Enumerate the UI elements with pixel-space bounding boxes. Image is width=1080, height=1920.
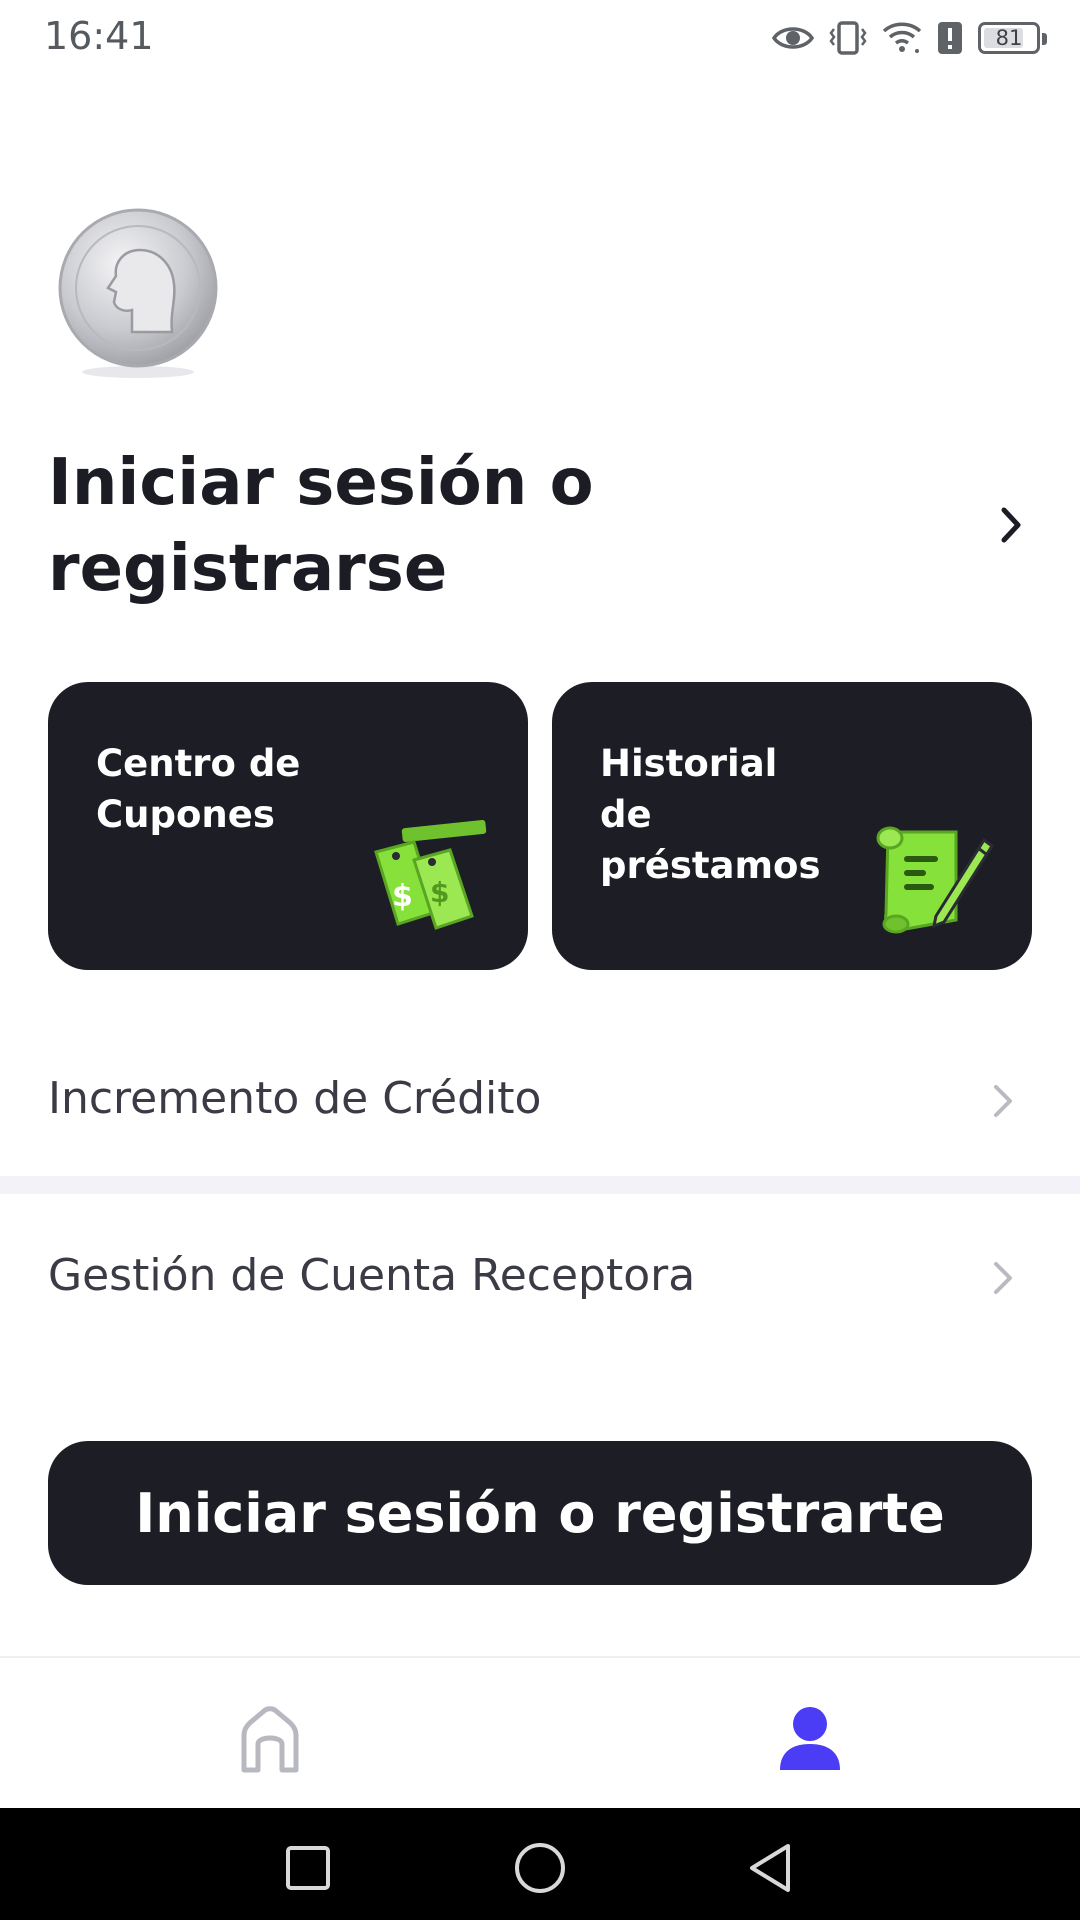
- eye-icon: [772, 27, 814, 49]
- chevron-right-icon: [994, 1262, 1012, 1294]
- status-icons: 81: [772, 16, 1047, 60]
- battery-icon: 81: [978, 22, 1047, 54]
- system-nav-bar: [0, 1808, 1080, 1920]
- chevron-right-icon: [994, 1085, 1012, 1117]
- login-prompt[interactable]: Iniciar sesión o registrarse: [48, 440, 768, 612]
- login-register-button[interactable]: Iniciar sesión o registrarte: [48, 1441, 1032, 1585]
- status-bar: 16:41 81: [0, 0, 1080, 76]
- home-button[interactable]: [510, 1838, 570, 1898]
- alert-icon: [938, 22, 962, 54]
- svg-text:$: $: [392, 879, 413, 914]
- silver-coin-avatar: [58, 208, 218, 378]
- bottom-nav: [0, 1656, 1080, 1810]
- status-time: 16:41: [44, 14, 154, 58]
- nav-profile[interactable]: [770, 1698, 850, 1778]
- coupon-center-card[interactable]: Centro de Cupones $ $: [48, 682, 528, 970]
- vibrate-icon: [829, 21, 867, 55]
- nav-home[interactable]: [230, 1700, 310, 1780]
- loan-scroll-icon: [876, 826, 995, 934]
- battery-level-text: 81: [995, 26, 1023, 50]
- svg-text:$: $: [430, 876, 449, 909]
- receiving-account-item[interactable]: Gestión de Cuenta Receptora: [0, 1202, 1080, 1352]
- coupon-tags-icon: $ $: [374, 819, 487, 930]
- credit-increase-label: Incremento de Crédito: [48, 1073, 542, 1124]
- coupon-center-label: Centro de Cupones: [96, 742, 301, 836]
- section-divider: [0, 1176, 1080, 1194]
- square-icon: [286, 1846, 330, 1890]
- loan-history-label: Historial de préstamos: [600, 742, 821, 887]
- login-header[interactable]: Iniciar sesión o registrarse: [48, 440, 1032, 610]
- recents-button[interactable]: [278, 1838, 338, 1898]
- receiving-account-label: Gestión de Cuenta Receptora: [48, 1250, 696, 1301]
- user-icon: [780, 1707, 840, 1770]
- chevron-right-icon[interactable]: [992, 500, 1032, 550]
- credit-increase-item[interactable]: Incremento de Crédito: [0, 1025, 1080, 1175]
- circle-icon: [515, 1843, 565, 1893]
- back-button[interactable]: [740, 1838, 800, 1898]
- wifi-icon: [882, 22, 922, 53]
- back-triangle-icon: [750, 1844, 790, 1892]
- home-icon: [241, 1706, 299, 1773]
- loan-history-card[interactable]: Historial de préstamos: [552, 682, 1032, 970]
- avatar[interactable]: [58, 208, 218, 380]
